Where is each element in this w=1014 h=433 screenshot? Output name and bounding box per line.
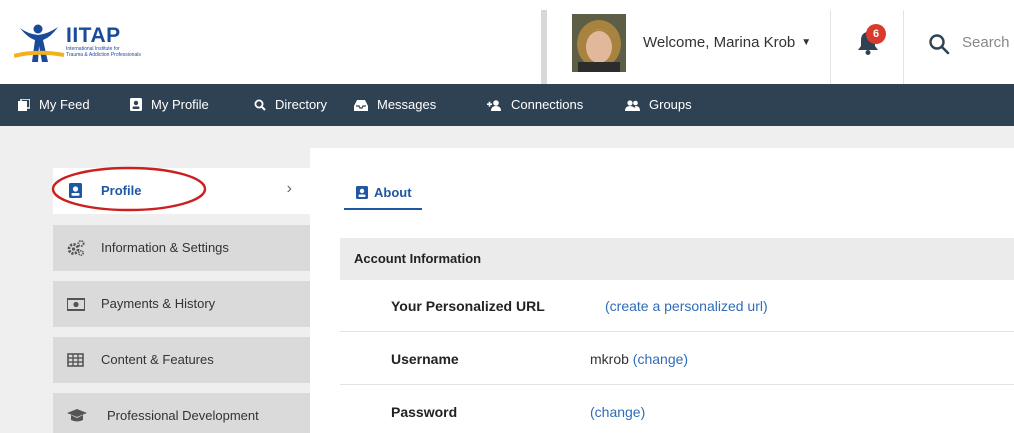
sidebar-item-label: Payments & History	[101, 296, 216, 311]
caret-down-icon: ▼	[801, 37, 812, 48]
row-value: mkrob (change)	[590, 351, 689, 367]
users-icon	[625, 100, 640, 111]
money-icon	[67, 298, 85, 311]
chevron-right-icon: ›	[286, 180, 292, 197]
sidebar-item-professional-development[interactable]: Professional Development	[53, 393, 310, 433]
change-username-link[interactable]: (change)	[633, 351, 688, 367]
row-label: Password	[391, 404, 458, 420]
notification-badge: 6	[866, 24, 886, 44]
inbox-icon	[354, 100, 368, 111]
tab-about[interactable]: About	[344, 178, 422, 210]
grid-icon	[67, 353, 84, 367]
nav-groups[interactable]: Groups	[625, 84, 692, 126]
row-value: (create a personalized url)	[605, 298, 768, 314]
tab-about-label: About	[374, 185, 412, 200]
search-icon[interactable]	[928, 33, 950, 55]
row-username: Username mkrob (change)	[340, 333, 1014, 385]
top-header: IITAP International Institute for Trauma…	[0, 0, 1014, 84]
sidebar-item-label: Information & Settings	[101, 240, 229, 255]
create-personalized-url-link[interactable]: (create a personalized url)	[605, 298, 768, 314]
sidebar-item-payments-history[interactable]: Payments & History	[53, 281, 310, 327]
sidebar-item-label: Content & Features	[101, 352, 214, 367]
avatar-photo	[572, 14, 626, 72]
search-icon	[254, 99, 266, 111]
nav-my-feed[interactable]: My Feed	[18, 84, 90, 126]
logo-figure-icon	[14, 24, 65, 62]
nav-directory[interactable]: Directory	[254, 84, 327, 126]
profile-card-icon	[356, 186, 368, 199]
logo-wordmark: IITAP	[66, 24, 121, 47]
profile-card-icon	[130, 98, 142, 111]
account-information-header: Account Information	[340, 238, 1014, 280]
sidebar-item-label: Professional Development	[107, 408, 259, 423]
graduation-cap-icon	[67, 409, 87, 422]
main-nav: My Feed My Profile Directory Messages Co…	[0, 84, 1014, 126]
row-label: Username	[391, 351, 459, 367]
sidebar-item-content-features[interactable]: Content & Features	[53, 337, 310, 383]
feed-icon	[18, 99, 30, 111]
change-password-link[interactable]: (change)	[590, 404, 645, 420]
nav-messages[interactable]: Messages	[354, 84, 436, 126]
nav-my-profile[interactable]: My Profile	[130, 84, 209, 126]
header-separator	[903, 10, 904, 84]
sidebar-item-information-settings[interactable]: Information & Settings	[53, 225, 310, 271]
header-separator	[830, 10, 831, 84]
user-plus-icon	[487, 100, 501, 111]
row-label: Your Personalized URL	[391, 298, 545, 314]
iitap-logo[interactable]: IITAP International Institute for Trauma…	[14, 22, 164, 64]
annotation-circle	[51, 166, 207, 212]
row-personalized-url: Your Personalized URL (create a personal…	[340, 280, 1014, 332]
row-value: (change)	[590, 404, 645, 420]
gears-icon	[67, 240, 85, 257]
row-password: Password (change)	[340, 386, 1014, 433]
header-divider	[541, 10, 547, 84]
welcome-menu[interactable]: Welcome, Marina Krob ▼	[643, 34, 811, 51]
search-input[interactable]: Search	[962, 34, 1010, 51]
nav-connections[interactable]: Connections	[487, 84, 583, 126]
logo-tagline: International Institute for Trauma & Add…	[66, 46, 141, 58]
avatar[interactable]	[572, 14, 626, 72]
